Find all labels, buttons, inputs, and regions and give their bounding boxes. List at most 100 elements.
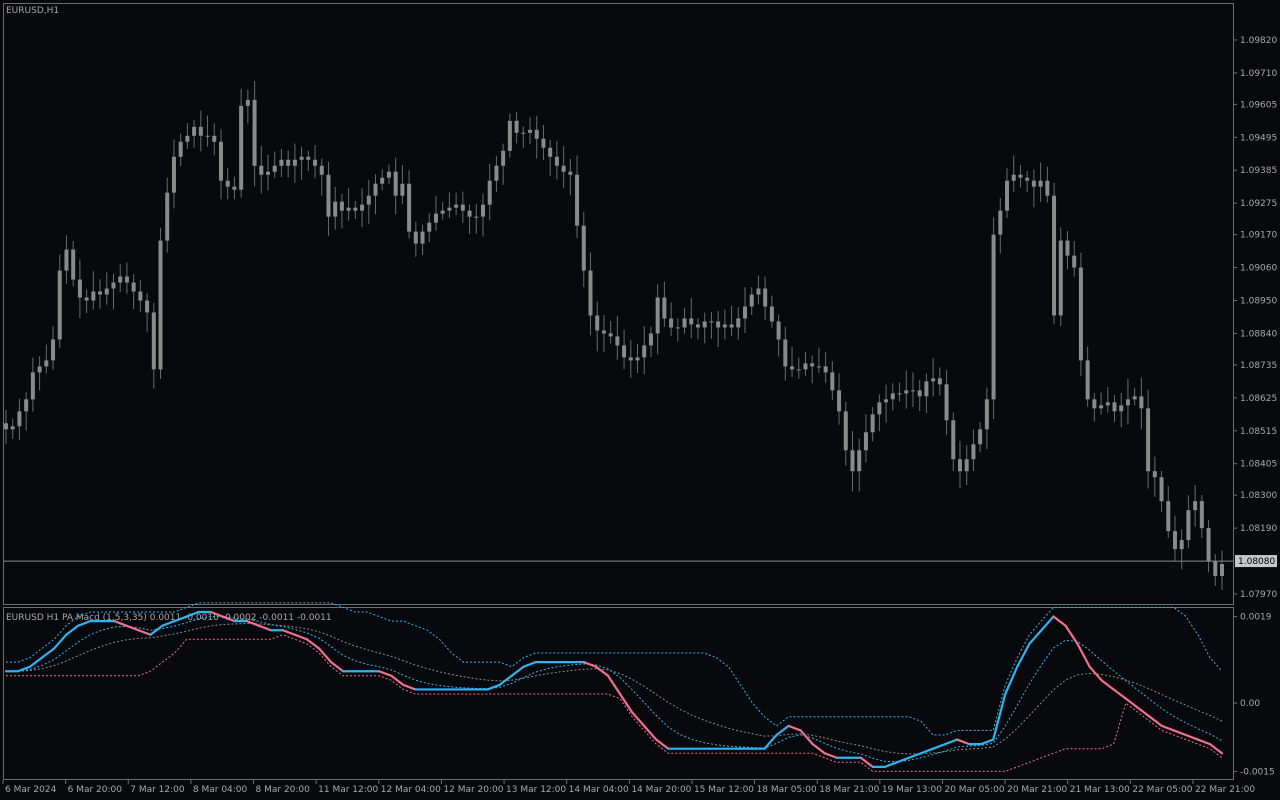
candle-body	[655, 297, 660, 334]
time-tick-label: 6 Mar 20:00	[68, 785, 123, 795]
candle-body	[702, 321, 707, 328]
price-tick-label: 1.08735	[1240, 361, 1277, 371]
candle-body	[998, 210, 1003, 235]
candle-body	[1193, 501, 1198, 511]
macd-segment	[329, 661, 345, 673]
macd-segment	[1052, 615, 1067, 627]
candle-body	[897, 393, 902, 395]
candle-body	[581, 225, 586, 271]
candle-body	[158, 240, 163, 370]
candle-body	[292, 159, 297, 166]
candle-body	[1132, 396, 1137, 400]
candle-body	[1038, 180, 1043, 187]
indicator-label: EURUSD H1 PA Macd (1.5,3,35) 0.0011 -0.0…	[6, 613, 332, 623]
candle-body	[588, 270, 593, 316]
price-tick-label: 1.09495	[1240, 133, 1277, 143]
macd-segment	[522, 661, 537, 668]
time-tick-label: 14 Mar 20:00	[631, 785, 691, 795]
candle-body	[353, 207, 358, 211]
candle-body	[171, 156, 176, 193]
candle-body	[37, 366, 42, 373]
price-tick-label: 1.08515	[1240, 427, 1277, 437]
candle-body	[514, 120, 519, 133]
candle-body	[554, 156, 559, 166]
macd-segment	[883, 761, 899, 768]
candle-body	[541, 138, 546, 148]
candle-body	[816, 366, 821, 368]
macd-segment	[378, 670, 393, 677]
candle-body	[857, 450, 862, 472]
candle-body	[662, 297, 667, 319]
macd-segment	[1208, 743, 1224, 755]
price-tick-label: 1.09385	[1240, 166, 1277, 176]
price-tick-label: 1.09605	[1240, 100, 1277, 110]
candle-body	[810, 363, 815, 367]
symbol-label: EURUSD,H1	[6, 6, 59, 16]
macd-segment	[486, 683, 501, 691]
candle-body	[326, 174, 331, 217]
candle-body	[51, 339, 56, 361]
time-tick-label: 8 Mar 04:00	[193, 785, 248, 795]
current-price-label: 1.08080	[1238, 557, 1275, 567]
candle-body	[534, 129, 539, 139]
candle-body	[1125, 399, 1130, 406]
macd-fast-signal	[6, 616, 1223, 763]
candle-body	[64, 249, 69, 271]
candle-body	[1179, 540, 1184, 550]
candle-body	[165, 192, 170, 241]
chart-window[interactable]: EURUSD,H1 EURUSD H1 PA Macd (1.5,3,35) 0…	[0, 0, 1280, 800]
candle-body	[84, 297, 89, 301]
macd-slow-signal	[6, 622, 1223, 755]
candle-body	[978, 429, 983, 445]
candle-body	[111, 282, 116, 289]
price-tick-label: 1.08300	[1240, 491, 1277, 501]
candle-body	[689, 318, 694, 325]
candle-body	[487, 180, 492, 205]
candle-body	[837, 390, 842, 412]
candle-body	[427, 222, 432, 232]
candle-body	[232, 186, 237, 190]
macd-axis: 0.0019 0.00 -0.0015	[1233, 613, 1275, 777]
time-tick-label: 6 Mar 2024	[5, 785, 57, 795]
candle-body	[910, 390, 915, 392]
candle-body	[608, 333, 613, 337]
candle-body	[756, 288, 761, 295]
candle-body	[192, 126, 197, 136]
candle-body	[1206, 528, 1211, 562]
macd-segment	[655, 738, 670, 750]
macd-segment	[53, 633, 68, 650]
macd-segment	[787, 724, 802, 732]
candle-body	[474, 216, 479, 218]
candle-body	[380, 177, 385, 184]
macd-segment	[992, 692, 1007, 741]
time-tick-label: 20 Mar 21:00	[1007, 785, 1067, 795]
macd-segment	[1136, 706, 1151, 718]
candle-body	[467, 210, 472, 217]
candle-body	[407, 183, 412, 232]
candle-body	[904, 390, 909, 394]
candle-body	[615, 336, 620, 346]
candle-body	[951, 420, 956, 460]
macd-segment	[16, 665, 32, 673]
candle-body	[890, 393, 895, 400]
candle-body	[1058, 240, 1063, 316]
time-tick-label: 18 Mar 05:00	[757, 785, 817, 795]
macd-segment	[305, 638, 321, 650]
macd-segment	[1040, 615, 1055, 632]
candle-body	[1065, 240, 1070, 256]
candle-body	[1072, 255, 1077, 268]
candle-body	[521, 132, 526, 134]
macd-group	[4, 602, 1224, 772]
candle-body	[17, 411, 22, 427]
candle-body	[561, 165, 566, 172]
candle-body	[400, 183, 405, 196]
candle-body	[178, 141, 183, 157]
candle-body	[1119, 405, 1124, 412]
macd-segment	[943, 738, 959, 746]
candle-body	[1152, 471, 1157, 478]
price-tick-label: 1.09060	[1240, 264, 1277, 274]
macd-segment	[931, 743, 947, 750]
macd-segment	[402, 683, 417, 691]
macd-segment	[28, 656, 44, 668]
time-tick-label: 18 Mar 21:00	[819, 785, 879, 795]
